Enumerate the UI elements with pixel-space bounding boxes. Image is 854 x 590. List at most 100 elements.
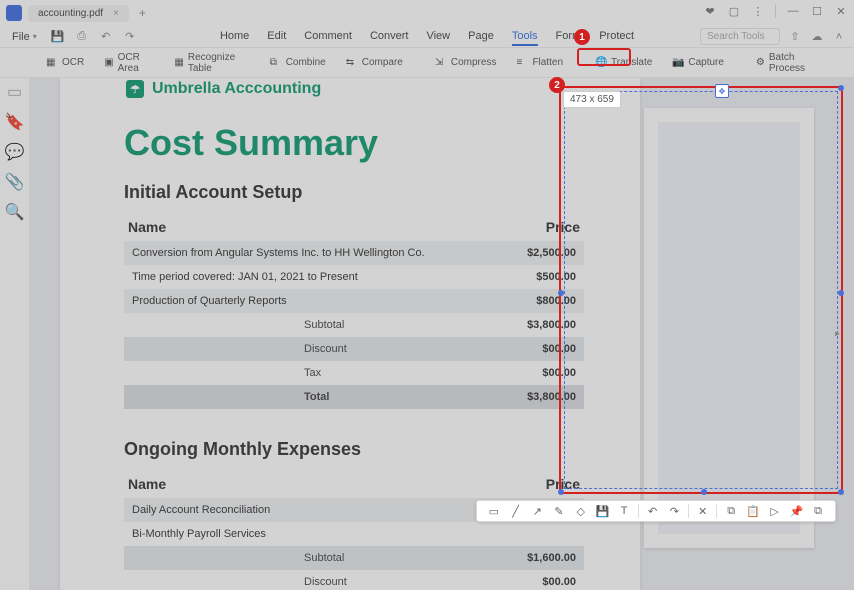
table-row: Bi-Monthly Payroll Services <box>124 522 584 546</box>
document-tab[interactable]: accounting.pdf × <box>28 5 129 22</box>
move-handle-icon[interactable]: ✥ <box>715 84 729 98</box>
line-tool-icon[interactable]: ╱ <box>508 503 524 519</box>
copy-tool-icon[interactable]: ⧉ <box>723 503 739 519</box>
thumbnails-icon[interactable]: ▭ <box>7 84 23 100</box>
table-row: Time period covered: JAN 01, 2021 to Pre… <box>124 265 584 289</box>
collapse-icon[interactable]: ˄ <box>832 30 846 44</box>
subtotal-row: Subtotal$3,800.00 <box>124 313 584 337</box>
tools-toolbar: ▦OCR ▣OCR Area ▦Recognize Table ⧉Combine… <box>0 48 854 78</box>
col-price: Price <box>504 213 584 241</box>
page-title: Cost Summary <box>124 122 590 164</box>
menubar: File 💾 ⎙ ↶ ↷ Home Edit Comment Convert V… <box>0 26 854 48</box>
comments-icon[interactable]: 💬 <box>7 144 23 160</box>
cancel-capture-icon[interactable]: ✕ <box>695 503 711 519</box>
menu-tabs: Home Edit Comment Convert View Page Tool… <box>220 28 634 46</box>
redo-tool-icon[interactable]: ↷ <box>666 503 682 519</box>
batch-icon: ⚙ <box>756 57 765 69</box>
file-menu[interactable]: File <box>8 29 41 45</box>
share-tool-icon[interactable]: ⧉ <box>810 503 826 519</box>
minimize-icon[interactable]: — <box>786 4 800 18</box>
pin-tool-icon[interactable]: 📌 <box>788 503 804 519</box>
compress-button[interactable]: ⇲Compress <box>429 54 503 72</box>
search-input[interactable]: Search Tools <box>700 28 780 45</box>
page-2-thumb <box>644 108 814 548</box>
attachments-icon[interactable]: 📎 <box>7 174 23 190</box>
ocr-area-icon: ▣ <box>104 57 113 69</box>
close-icon[interactable]: ✕ <box>834 4 848 18</box>
table-icon: ▦ <box>174 57 183 69</box>
present-icon[interactable]: ▢ <box>727 4 741 18</box>
more-icon[interactable]: ⋮ <box>751 4 765 18</box>
ocr-button[interactable]: ▦OCR <box>40 54 90 72</box>
pen-tool-icon[interactable]: ✎ <box>551 503 567 519</box>
batch-process-button[interactable]: ⚙Batch Process <box>750 49 814 77</box>
app-logo <box>6 5 22 21</box>
export-tool-icon[interactable]: ▷ <box>767 503 783 519</box>
save-icon[interactable]: 💾 <box>51 30 65 44</box>
separator <box>775 4 776 18</box>
undo-tool-icon[interactable]: ↶ <box>645 503 661 519</box>
section-2-heading: Ongoing Monthly Expenses <box>124 439 590 460</box>
col-name: Name <box>124 470 483 498</box>
tab-home[interactable]: Home <box>220 28 249 46</box>
flatten-icon: ≡ <box>516 57 528 69</box>
rect-tool-icon[interactable]: ▭ <box>486 503 502 519</box>
share-icon[interactable]: ⇧ <box>788 30 802 44</box>
brand-logo-icon: ☂ <box>126 80 144 98</box>
print-icon[interactable]: ⎙ <box>75 30 89 44</box>
compare-button[interactable]: ⇆Compare <box>340 54 409 72</box>
text-tool-icon[interactable]: T <box>616 503 632 519</box>
table-row: Production of Quarterly Reports$800.00 <box>124 289 584 313</box>
discount-row: Discount$00.00 <box>124 337 584 361</box>
combine-icon: ⧉ <box>270 57 282 69</box>
cloud-icon[interactable]: ☁ <box>810 30 824 44</box>
next-page-arrow[interactable]: ▸ <box>835 329 840 340</box>
search-side-icon[interactable]: 🔍 <box>7 204 23 220</box>
capture-highlight <box>577 48 631 66</box>
highlighter-tool-icon[interactable]: ◇ <box>573 503 589 519</box>
compress-icon: ⇲ <box>435 57 447 69</box>
combine-button[interactable]: ⧉Combine <box>264 54 332 72</box>
capture-toolbar: ▭ ╱ ↗ ✎ ◇ 💾 T ↶ ↷ ✕ ⧉ 📋 ▷ 📌 ⧉ <box>476 500 836 522</box>
capture-icon: 📷 <box>672 57 684 69</box>
recognize-table-button[interactable]: ▦Recognize Table <box>168 49 243 77</box>
new-tab-button[interactable]: + <box>139 6 146 20</box>
tab-page[interactable]: Page <box>468 28 494 46</box>
flatten-button[interactable]: ≡Flatten <box>510 54 569 72</box>
tab-protect[interactable]: Protect <box>599 28 634 46</box>
tab-tools[interactable]: Tools <box>512 28 538 46</box>
section-1-heading: Initial Account Setup <box>124 182 590 203</box>
maximize-icon[interactable]: ☐ <box>810 4 824 18</box>
save-tool-icon[interactable]: 💾 <box>594 503 610 519</box>
callout-1: 1 <box>574 29 590 45</box>
undo-icon[interactable]: ↶ <box>99 30 113 44</box>
left-sidebar: ▭ 🔖 💬 📎 🔍 <box>0 78 30 590</box>
selection-size: 473 x 659 <box>563 91 621 108</box>
col-name: Name <box>124 213 504 241</box>
compare-icon: ⇆ <box>346 57 358 69</box>
tax-row: Tax$00.00 <box>124 361 584 385</box>
clipboard-tool-icon[interactable]: 📋 <box>745 503 761 519</box>
subtotal-row: Subtotal$1,600.00 <box>124 546 584 570</box>
titlebar: accounting.pdf × + ❤ ▢ ⋮ — ☐ ✕ <box>0 0 854 26</box>
capture-button[interactable]: 📷Capture <box>666 54 730 72</box>
tab-convert[interactable]: Convert <box>370 28 409 46</box>
section-2-table: NamePrice Daily Account Reconciliation$1… <box>124 470 584 590</box>
discount-row: Discount$00.00 <box>124 570 584 590</box>
redo-icon[interactable]: ↷ <box>123 30 137 44</box>
tab-close-icon[interactable]: × <box>113 8 119 19</box>
tab-edit[interactable]: Edit <box>267 28 286 46</box>
table-row: Conversion from Angular Systems Inc. to … <box>124 241 584 265</box>
brand-name: Umbrella Acccounting <box>152 80 321 98</box>
tab-title: accounting.pdf <box>38 8 103 19</box>
arrow-tool-icon[interactable]: ↗ <box>529 503 545 519</box>
section-1-table: NamePrice Conversion from Angular System… <box>124 213 584 409</box>
tab-comment[interactable]: Comment <box>304 28 352 46</box>
col-price: Price <box>483 470 584 498</box>
ocr-area-button[interactable]: ▣OCR Area <box>98 49 148 77</box>
feedback-icon[interactable]: ❤ <box>703 4 717 18</box>
tab-view[interactable]: View <box>426 28 450 46</box>
ocr-icon: ▦ <box>46 57 58 69</box>
total-row: Total$3,800.00 <box>124 385 584 409</box>
bookmarks-icon[interactable]: 🔖 <box>7 114 23 130</box>
